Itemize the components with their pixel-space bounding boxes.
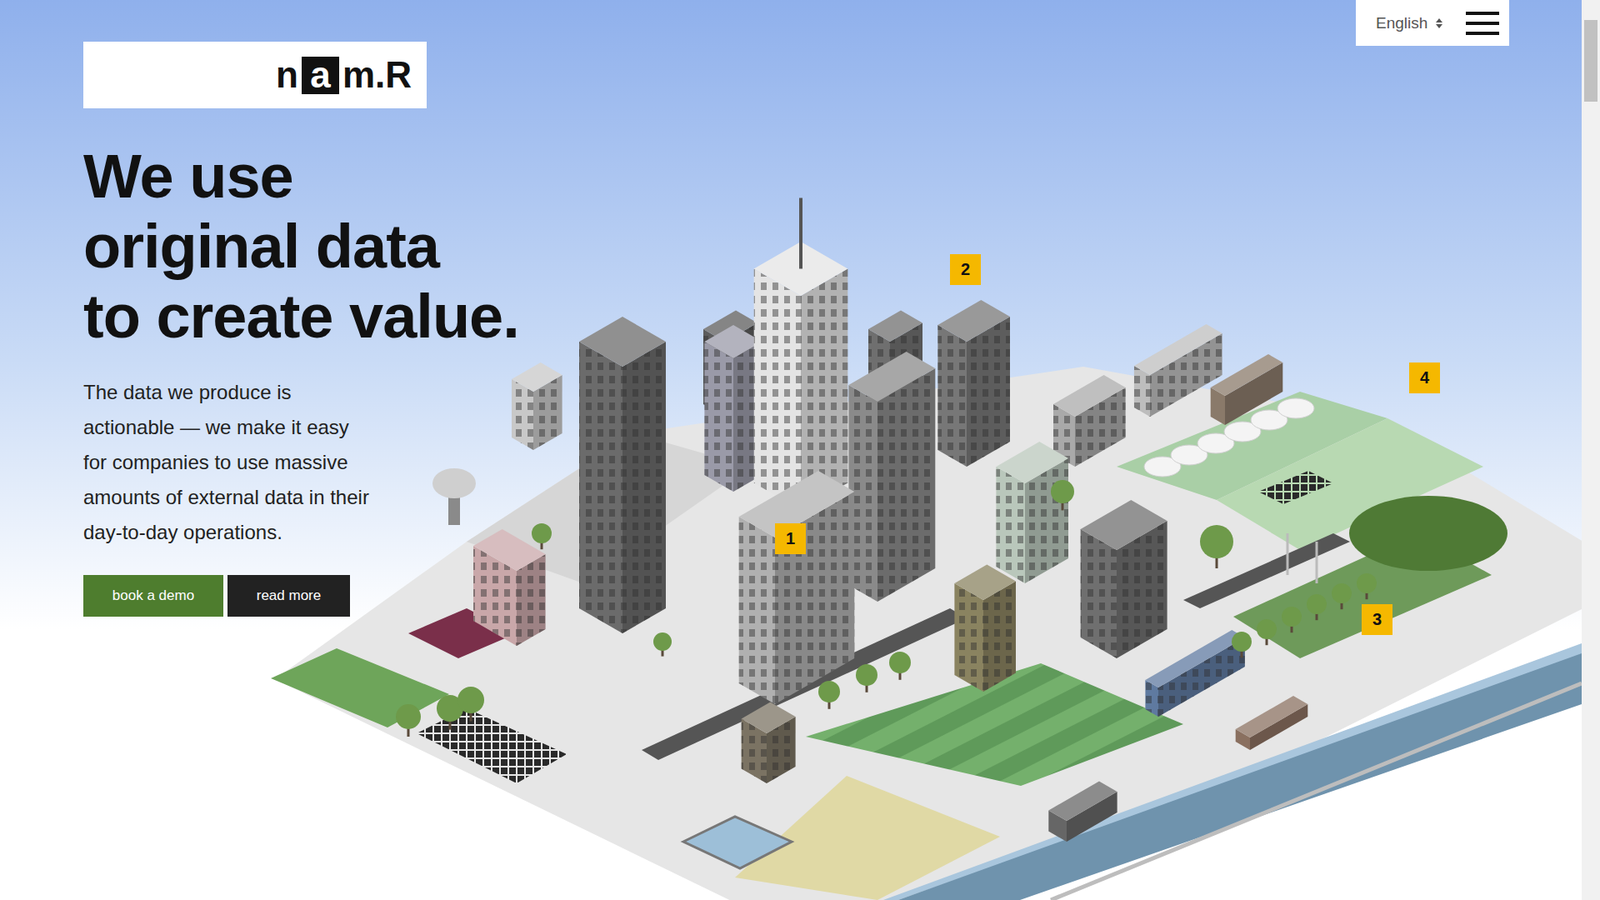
- city-illustration: [0, 0, 1600, 900]
- water-tower: [432, 468, 476, 525]
- page: 1 2 3 4 English nam.R We useoriginal datato…: [0, 0, 1600, 900]
- scrollbar-thumb[interactable]: [1584, 20, 1598, 102]
- secondary-button[interactable]: read more: [227, 575, 350, 617]
- ground: [270, 366, 1584, 900]
- hero-text: The data we produce is actionable — we m…: [83, 375, 371, 550]
- buildings: [473, 198, 1308, 843]
- menu-icon[interactable]: [1465, 11, 1500, 35]
- top-bar: English: [1355, 0, 1510, 46]
- map-marker[interactable]: 4: [1409, 362, 1440, 394]
- map-marker[interactable]: 1: [775, 523, 806, 555]
- scrollbar[interactable]: [1581, 0, 1600, 900]
- primary-button[interactable]: book a demo: [83, 575, 224, 617]
- language-select[interactable]: English: [1375, 14, 1443, 33]
- hero: nam.R We useoriginal datato create value…: [0, 0, 667, 617]
- hero-title: We useoriginal datato create value.: [83, 141, 667, 352]
- wind-turbines: [1287, 533, 1317, 584]
- button-row: book a demoread more: [83, 575, 667, 617]
- map-marker[interactable]: 2: [950, 254, 981, 285]
- trees: [395, 480, 1508, 737]
- updown-icon: [1435, 18, 1443, 29]
- logo[interactable]: nam.R: [83, 41, 427, 109]
- map-marker[interactable]: 3: [1361, 604, 1393, 635]
